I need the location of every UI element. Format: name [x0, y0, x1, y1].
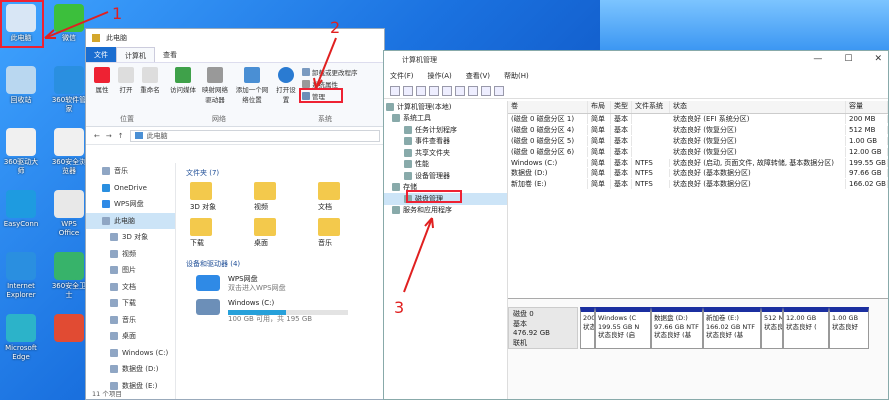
step-label-2: 2 — [330, 18, 341, 37]
annotation-arrows — [44, 11, 434, 293]
arrow-3 — [403, 217, 433, 293]
step-label-3: 3 — [394, 298, 405, 317]
step-label-1: 1 — [112, 4, 123, 23]
arrow-2 — [315, 37, 337, 89]
arrow-1 — [44, 11, 109, 39]
